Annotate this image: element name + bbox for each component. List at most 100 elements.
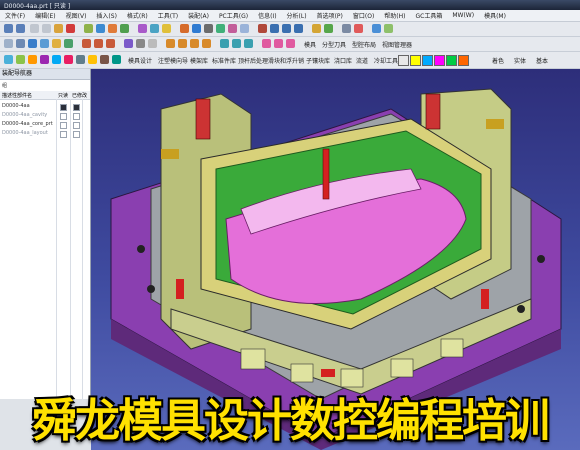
modified-checkbox[interactable] — [73, 113, 80, 120]
menu-item-13[interactable]: GC工具箱 — [410, 11, 447, 20]
toolbar2-label-mold[interactable]: 模具 — [304, 40, 316, 49]
chamfer-icon[interactable] — [228, 24, 237, 33]
sphere-icon[interactable] — [202, 39, 211, 48]
shaded-icon[interactable] — [16, 39, 25, 48]
project-init-icon[interactable] — [4, 55, 13, 64]
measure-icon[interactable] — [312, 24, 321, 33]
menu-item-14[interactable]: MW(W) — [447, 12, 479, 19]
analysis-icon[interactable] — [324, 24, 333, 33]
mw-label-6[interactable]: 子镶块库 — [306, 56, 330, 65]
readonly-checkbox[interactable] — [60, 131, 67, 138]
paste-icon[interactable] — [54, 24, 63, 33]
cylinder-icon[interactable] — [178, 39, 187, 48]
menu-item-4[interactable]: 格式(R) — [122, 11, 153, 20]
hole-icon[interactable] — [204, 24, 213, 33]
cut-icon[interactable] — [30, 24, 39, 33]
toolbar2-label-parting[interactable]: 分型刀具 — [322, 40, 346, 49]
workpiece-icon[interactable] — [40, 55, 49, 64]
mw-label-9[interactable]: 冷却工具 — [374, 56, 398, 65]
toolbar2-label-viewmgr[interactable]: 视图管理器 — [382, 40, 412, 49]
shrink-icon[interactable] — [28, 55, 37, 64]
subtract-icon[interactable] — [282, 24, 291, 33]
render-icon[interactable] — [354, 24, 363, 33]
pan-icon[interactable] — [52, 39, 61, 48]
color-swatch-1[interactable] — [410, 55, 421, 66]
navigator-row[interactable]: D0000-4aa_layout — [2, 130, 48, 136]
mw-label-2[interactable]: 模架库 — [190, 56, 208, 65]
trim-icon[interactable] — [258, 24, 267, 33]
body-type-label[interactable]: 实体 — [514, 56, 526, 65]
menu-item-10[interactable]: 首选项(P) — [312, 11, 348, 20]
readonly-checkbox[interactable] — [60, 122, 67, 129]
navigator-row[interactable]: D0000-4aa_cavity — [2, 112, 47, 118]
column-modified[interactable]: 已修改 — [72, 92, 87, 99]
intersect-icon[interactable] — [294, 24, 303, 33]
cavity-layout-icon[interactable] — [52, 55, 61, 64]
moldbase-icon[interactable] — [76, 55, 85, 64]
menu-item-0[interactable]: 文件(F) — [0, 11, 30, 20]
blend-icon[interactable] — [216, 24, 225, 33]
menu-item-6[interactable]: 装配(A) — [183, 11, 214, 20]
plane-icon[interactable] — [150, 24, 159, 33]
color-swatch-2[interactable] — [422, 55, 433, 66]
copy-icon[interactable] — [42, 24, 51, 33]
layer-icon[interactable] — [342, 24, 351, 33]
shell-icon[interactable] — [240, 24, 249, 33]
render-style-label[interactable]: 着色 — [492, 56, 504, 65]
csys-mold-icon[interactable] — [16, 55, 25, 64]
filter-icon[interactable] — [96, 24, 105, 33]
menu-item-7[interactable]: PC工具(G) — [214, 11, 253, 20]
line-icon[interactable] — [274, 39, 283, 48]
mw-label-1[interactable]: 注塑模向导 — [158, 56, 188, 65]
modified-checkbox[interactable] — [73, 131, 80, 138]
mw-label-7[interactable]: 浇口库 — [334, 56, 352, 65]
navigator-row[interactable]: D0000-4aa — [2, 103, 30, 109]
column-readonly[interactable]: 只读 — [58, 92, 68, 99]
iso-view-icon[interactable] — [106, 39, 115, 48]
navigator-row[interactable]: D0000-4aa_core_prt — [2, 121, 53, 127]
undo-icon[interactable] — [4, 24, 13, 33]
extrude-icon[interactable] — [180, 24, 189, 33]
column-name[interactable]: 描述性部件名 — [2, 92, 32, 99]
curve-icon[interactable] — [262, 39, 271, 48]
readonly-checkbox[interactable] — [60, 113, 67, 120]
mw-label-5[interactable]: 滑块和浮升销 — [268, 56, 304, 65]
offset-icon[interactable] — [220, 39, 229, 48]
slide-icon[interactable] — [112, 55, 121, 64]
ejector-icon[interactable] — [100, 55, 109, 64]
unite-icon[interactable] — [270, 24, 279, 33]
menu-item-1[interactable]: 编辑(E) — [30, 11, 60, 20]
csys-icon[interactable] — [138, 24, 147, 33]
view-icon[interactable] — [384, 24, 393, 33]
modified-checkbox[interactable] — [73, 122, 80, 129]
readonly-checkbox[interactable] — [60, 104, 67, 111]
menu-item-9[interactable]: 分析(L) — [282, 11, 312, 20]
section-icon[interactable] — [124, 39, 133, 48]
basic-label[interactable]: 基本 — [536, 56, 548, 65]
select-icon[interactable] — [84, 24, 93, 33]
navigator-root[interactable]: 组 — [2, 82, 7, 89]
cone-icon[interactable] — [190, 39, 199, 48]
modified-checkbox[interactable] — [73, 104, 80, 111]
delete-icon[interactable] — [66, 24, 75, 33]
rotate-icon[interactable] — [64, 39, 73, 48]
front-view-icon[interactable] — [82, 39, 91, 48]
color-swatch-3[interactable] — [434, 55, 445, 66]
mw-label-4[interactable]: 顶杆后处理 — [238, 56, 268, 65]
revolve-icon[interactable] — [192, 24, 201, 33]
redo-icon[interactable] — [16, 24, 25, 33]
top-view-icon[interactable] — [94, 39, 103, 48]
menu-item-5[interactable]: 工具(T) — [153, 11, 183, 20]
menu-item-2[interactable]: 视图(V) — [61, 11, 92, 20]
sketch-icon[interactable] — [162, 24, 171, 33]
box-icon[interactable] — [166, 39, 175, 48]
menu-item-11[interactable]: 窗口(O) — [348, 11, 379, 20]
hide-icon[interactable] — [136, 39, 145, 48]
toolbar2-label-layout[interactable]: 型腔布局 — [352, 40, 376, 49]
mw-label-0[interactable]: 模具设计 — [128, 56, 152, 65]
parting-icon[interactable] — [64, 55, 73, 64]
color-swatch-4[interactable] — [446, 55, 457, 66]
menu-item-12[interactable]: 帮助(H) — [379, 11, 410, 20]
arc-icon[interactable] — [286, 39, 295, 48]
sew-icon[interactable] — [232, 39, 241, 48]
